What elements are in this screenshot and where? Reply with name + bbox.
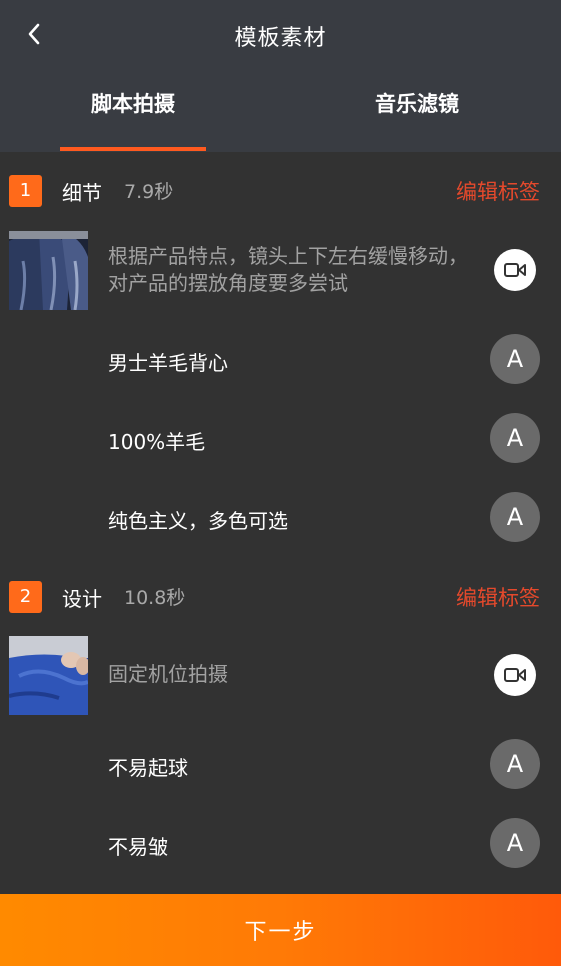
tab-script-shooting[interactable]: 脚本拍摄 xyxy=(33,88,233,152)
page-title: 模板素材 xyxy=(234,26,327,51)
fabric-thumbnail[interactable] xyxy=(9,636,88,715)
section-number-badge: 2 xyxy=(9,581,42,613)
top-bar: 模板素材 脚本拍摄 音乐滤镜 xyxy=(0,0,561,152)
section-duration: 10.8秒 xyxy=(124,587,186,609)
record-video-button[interactable] xyxy=(494,654,536,696)
section-number-badge: 1 xyxy=(9,175,42,207)
tab-bar: 脚本拍摄 音乐滤镜 xyxy=(0,88,561,152)
video-camera-icon xyxy=(504,668,526,682)
section-header-1: 1 细节 7.9秒 编辑标签 xyxy=(0,171,561,211)
text-style-button[interactable]: A xyxy=(490,334,540,384)
edit-tag-button[interactable]: 编辑标签 xyxy=(456,176,540,206)
sweater-thumbnail[interactable] xyxy=(9,231,88,310)
tab-music-filter[interactable]: 音乐滤镜 xyxy=(317,88,517,152)
caption-text[interactable]: 男士羊毛背心 xyxy=(108,347,228,376)
text-style-button[interactable]: A xyxy=(490,818,540,868)
text-style-button[interactable]: A xyxy=(490,739,540,789)
caption-text[interactable]: 纯色主义，多色可选 xyxy=(108,505,288,534)
text-style-button[interactable]: A xyxy=(490,413,540,463)
caption-text[interactable]: 100%羊毛 xyxy=(108,426,205,455)
next-step-button[interactable]: 下一步 xyxy=(0,894,561,966)
shot-description: 固定机位拍摄 xyxy=(108,662,228,686)
section-name: 设计 xyxy=(62,587,102,611)
caption-text[interactable]: 不易起球 xyxy=(108,752,188,781)
section-duration: 7.9秒 xyxy=(124,181,174,203)
edit-tag-button[interactable]: 编辑标签 xyxy=(456,582,540,612)
record-video-button[interactable] xyxy=(494,249,536,291)
video-camera-icon xyxy=(504,263,526,277)
section-name: 细节 xyxy=(62,181,102,205)
text-style-button[interactable]: A xyxy=(490,492,540,542)
caption-text[interactable]: 不易皱 xyxy=(108,831,168,860)
active-tab-indicator xyxy=(60,147,206,151)
section-header-2: 2 设计 10.8秒 编辑标签 xyxy=(0,577,561,617)
shot-description: 根据产品特点，镜头上下左右缓慢移动，对产品的摆放角度要多尝试 xyxy=(108,244,468,295)
